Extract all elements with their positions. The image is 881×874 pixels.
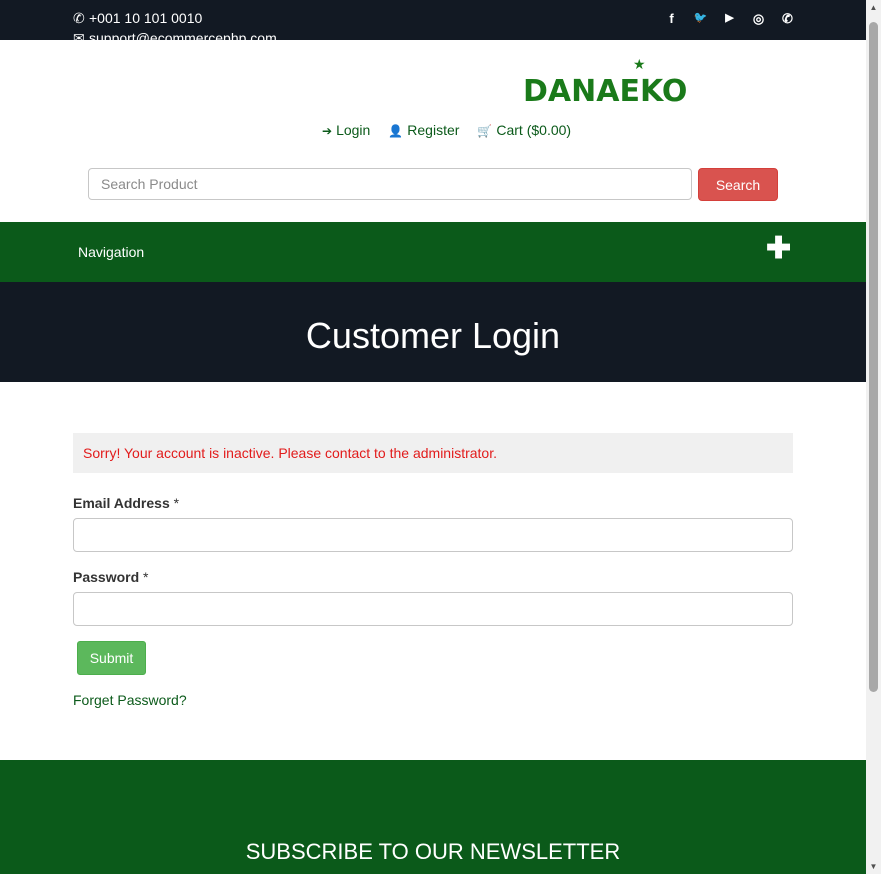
instagram-icon[interactable]: ◎ xyxy=(744,11,773,27)
submit-button[interactable]: Submit xyxy=(77,641,146,675)
password-label-text: Password xyxy=(73,569,140,585)
email-text: support@ecommercephp.com xyxy=(89,30,277,40)
login-link[interactable]: ➔ Login xyxy=(322,122,370,138)
plus-icon[interactable]: ✚ xyxy=(766,234,791,264)
contact-email: ✉ support@ecommercephp.com xyxy=(73,30,277,40)
cart-icon: 🛒 xyxy=(477,124,493,138)
page: ✆ +001 10 101 0010 ✉ support@ecommercephp.… xyxy=(0,0,866,874)
navigation-label: Navigation xyxy=(78,244,145,260)
phone-icon: ✆ xyxy=(73,10,85,26)
newsletter-title: SUBSCRIBE TO OUR NEWSLETTER xyxy=(245,839,621,864)
navigation-bar: Navigation ✚ xyxy=(0,222,866,282)
page-title: Customer Login xyxy=(305,315,561,356)
logo-text: DANAEKO xyxy=(523,74,688,109)
youtube-icon[interactable]: ▶ xyxy=(715,11,744,27)
page-scrollbar[interactable]: ▲ ▼ xyxy=(866,0,881,874)
page-banner: Customer Login xyxy=(0,282,866,382)
sign-in-icon: ➔ xyxy=(322,124,333,138)
email-label: Email Address * xyxy=(73,495,179,511)
facebook-icon[interactable]: f xyxy=(657,11,686,27)
search-button[interactable]: Search xyxy=(698,168,778,201)
email-label-text: Email Address xyxy=(73,495,170,511)
register-link[interactable]: 👤 Register xyxy=(388,122,459,138)
forget-password-link[interactable]: Forget Password? xyxy=(73,692,187,708)
phone-text: +001 10 101 0010 xyxy=(89,10,203,26)
password-label: Password * xyxy=(73,569,148,585)
whatsapp-icon[interactable]: ✆ xyxy=(773,11,802,27)
search-input[interactable] xyxy=(88,168,692,200)
social-links: f 🐦 ▶ ◎ ✆ xyxy=(657,11,802,27)
user-plus-icon: 👤 xyxy=(388,124,404,138)
required-marker: * xyxy=(143,569,149,585)
contact-phone: ✆ +001 10 101 0010 xyxy=(73,10,202,27)
account-links: ➔ Login 👤 Register 🛒 Cart ($0.00) xyxy=(322,122,571,138)
login-label: Login xyxy=(336,122,371,138)
top-bar: ✆ +001 10 101 0010 ✉ support@ecommercephp.… xyxy=(0,0,866,40)
cart-label: Cart ($0.00) xyxy=(496,122,572,138)
email-field[interactable] xyxy=(73,518,793,552)
error-alert: Sorry! Your account is inactive. Please … xyxy=(73,433,793,473)
site-logo[interactable]: ★ DANAEKO xyxy=(523,56,705,109)
envelope-icon: ✉ xyxy=(73,30,85,40)
register-label: Register xyxy=(407,122,460,138)
twitter-icon[interactable]: 🐦 xyxy=(686,11,715,27)
logo-star-icon: ★ xyxy=(633,56,646,72)
scroll-down-arrow-icon[interactable]: ▼ xyxy=(866,859,881,874)
scroll-up-arrow-icon[interactable]: ▲ xyxy=(866,0,881,15)
newsletter-section: SUBSCRIBE TO OUR NEWSLETTER xyxy=(0,760,866,874)
required-marker: * xyxy=(173,495,180,511)
cart-link[interactable]: 🛒 Cart ($0.00) xyxy=(477,122,571,138)
password-field[interactable] xyxy=(73,592,793,626)
scroll-thumb[interactable] xyxy=(869,22,878,692)
